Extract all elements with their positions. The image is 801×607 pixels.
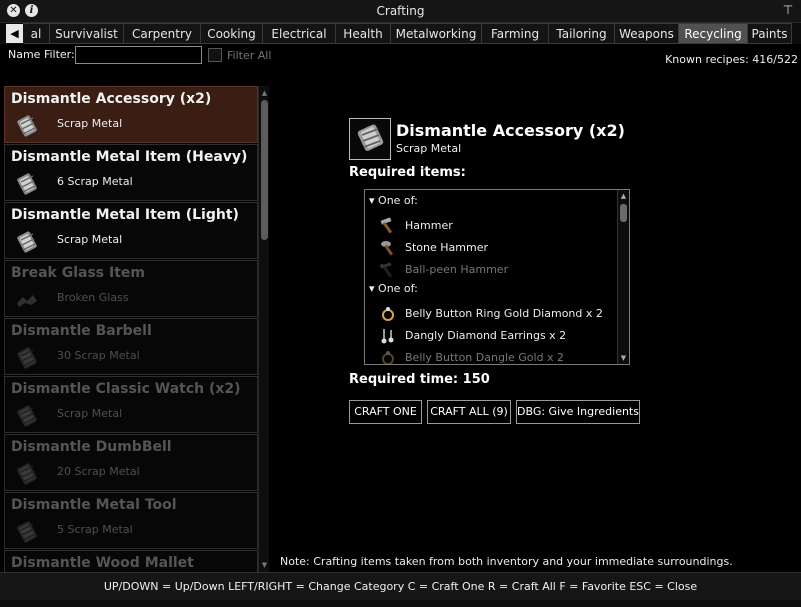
bottom-bar (0, 600, 801, 607)
required-item-name: Hammer (405, 219, 453, 232)
recipe-name: Dismantle Accessory (x2) (11, 91, 212, 107)
recipe-name: Break Glass Item (11, 265, 145, 281)
stone-hammer-icon (379, 239, 397, 257)
ball-peen-hammer-icon (379, 261, 397, 279)
tab-al[interactable]: al (23, 23, 50, 44)
recipe-row[interactable]: Dismantle Metal Item (Heavy) 6 Scrap Meta… (4, 144, 258, 201)
craft-all-button[interactable]: CRAFT ALL (9) (427, 400, 511, 424)
recipe-output: Scrap Metal (57, 233, 123, 246)
crafting-note: Note: Crafting items taken from both inv… (280, 555, 733, 568)
keyboard-help-text: UP/DOWN = Up/Down LEFT/RIGHT = Change Ca… (103, 580, 698, 593)
required-items-label: Required items: (349, 165, 466, 180)
recipe-row[interactable]: Dismantle Wood Mallet (4, 550, 258, 572)
scrap-metal-icon (13, 171, 41, 197)
one-of-group-header[interactable]: ▾ One of: (369, 282, 418, 295)
category-tab-bar: ◀ al Survivalist Carpentry Cooking Electrica… (0, 23, 801, 44)
ring-icon (379, 305, 397, 323)
group-header-label: One of: (378, 194, 418, 207)
scroll-down-icon[interactable]: ▼ (619, 353, 628, 363)
recipe-name: Dismantle Metal Item (Light) (11, 207, 239, 223)
recipe-name: Dismantle Classic Watch (x2) (11, 381, 241, 397)
scrap-metal-icon (13, 345, 41, 371)
recipe-row[interactable]: Break Glass Item Broken Glass (4, 260, 258, 317)
ring-icon (379, 349, 397, 364)
required-item-name: Belly Button Dangle Gold x 2 (405, 351, 565, 364)
tab-farming[interactable]: Farming (482, 23, 549, 44)
recipe-row[interactable]: Dismantle Metal Item (Light) Scrap Metal (4, 202, 258, 259)
tab-tailoring[interactable]: Tailoring (549, 23, 615, 44)
collapse-arrow-icon[interactable]: ▾ (369, 194, 378, 207)
recipe-output: 20 Scrap Metal (57, 465, 140, 478)
tab-carpentry[interactable]: Carpentry (124, 23, 201, 44)
tab-paints[interactable]: Paints (748, 23, 792, 44)
tab-metalworking[interactable]: Metalworking (391, 23, 482, 44)
category-tabs: al Survivalist Carpentry Cooking Electrical H… (23, 23, 792, 44)
recipe-name: Dismantle Barbell (11, 323, 152, 339)
earrings-icon (379, 327, 397, 345)
recipe-row[interactable]: Dismantle Metal Tool 5 Scrap Metal (4, 492, 258, 549)
filter-all-label: Filter All (227, 49, 272, 62)
detail-recipe-output: Scrap Metal (396, 142, 462, 155)
tab-scroll-left-button[interactable]: ◀ (6, 24, 23, 43)
one-of-group-header[interactable]: ▾ One of: (369, 194, 418, 207)
collapse-arrow-icon[interactable]: ▾ (369, 282, 378, 295)
recipe-row[interactable]: Dismantle Barbell 30 Scrap Metal (4, 318, 258, 375)
recipe-row[interactable]: Dismantle DumbBell 20 Scrap Metal (4, 434, 258, 491)
broken-glass-icon (13, 287, 41, 313)
required-item-name: Ball-peen Hammer (405, 263, 509, 276)
scrap-metal-icon (13, 403, 41, 429)
name-filter-input[interactable] (75, 46, 202, 64)
recipe-name: Dismantle DumbBell (11, 439, 172, 455)
required-items-box: ▾ One of: Hammer Stone Hammer Ball-peen Ham… (364, 189, 630, 365)
recipe-output: Scrap Metal (57, 117, 123, 130)
recipe-list-scroll-thumb[interactable] (261, 100, 268, 240)
recipe-list: Dismantle Accessory (x2) Scrap Metal Disma… (4, 86, 258, 572)
required-item-name: Belly Button Ring Gold Diamond x 2 (405, 307, 603, 320)
filter-all-checkbox[interactable] (208, 48, 222, 62)
recipe-name: Dismantle Metal Item (Heavy) (11, 149, 248, 165)
tab-cooking[interactable]: Cooking (201, 23, 263, 44)
known-recipes-count: Known recipes: 416/522 (665, 53, 798, 66)
detail-item-icon (349, 118, 391, 160)
tab-recycling[interactable]: Recycling (679, 23, 748, 44)
recipe-output: Scrap Metal (57, 407, 123, 420)
recipe-row[interactable]: Dismantle Classic Watch (x2) Scrap Metal (4, 376, 258, 433)
required-time: Required time: 150 (349, 372, 490, 387)
pin-icon[interactable]: ⊤ (781, 3, 795, 18)
recipe-output: 6 Scrap Metal (57, 175, 133, 188)
scrap-metal-icon (13, 461, 41, 487)
scrap-metal-icon (357, 124, 384, 151)
recipe-name: Dismantle Wood Mallet (11, 555, 194, 571)
required-items-scrollbar[interactable]: ▲ ▼ (617, 190, 629, 364)
group-header-label: One of: (378, 282, 418, 295)
title-bar: ✕ i Crafting ⊤ (0, 0, 801, 23)
scroll-down-icon[interactable]: ▼ (260, 560, 269, 570)
scrap-metal-icon (13, 229, 41, 255)
detail-recipe-name: Dismantle Accessory (x2) (396, 121, 625, 140)
scrap-metal-icon (13, 113, 41, 139)
keyboard-help-bar: UP/DOWN = Up/Down LEFT/RIGHT = Change Ca… (0, 572, 801, 600)
scroll-up-icon[interactable]: ▲ (260, 88, 269, 98)
window-title: Crafting (376, 4, 425, 18)
recipe-output: 30 Scrap Metal (57, 349, 140, 362)
tab-weapons[interactable]: Weapons (615, 23, 679, 44)
recipe-output: Broken Glass (57, 291, 129, 304)
scroll-up-icon[interactable]: ▲ (619, 191, 628, 201)
recipe-list-scrollbar[interactable]: ▲ ▼ (258, 86, 269, 572)
tab-electrical[interactable]: Electrical (263, 23, 336, 44)
required-item-name: Stone Hammer (405, 241, 488, 254)
craft-one-button[interactable]: CRAFT ONE (349, 400, 422, 424)
hammer-icon (379, 217, 397, 235)
required-items-scroll-thumb[interactable] (620, 204, 627, 222)
required-item-name: Dangly Diamond Earrings x 2 (405, 329, 567, 342)
scrap-metal-icon (13, 519, 41, 545)
recipe-name: Dismantle Metal Tool (11, 497, 177, 513)
tab-survivalist[interactable]: Survivalist (50, 23, 124, 44)
recipe-output: 5 Scrap Metal (57, 523, 133, 536)
debug-give-ingredients-button[interactable]: DBG: Give Ingredients (516, 400, 640, 424)
tab-health[interactable]: Health (336, 23, 391, 44)
name-filter-label: Name Filter: (8, 48, 75, 61)
recipe-row[interactable]: Dismantle Accessory (x2) Scrap Metal (4, 86, 258, 143)
